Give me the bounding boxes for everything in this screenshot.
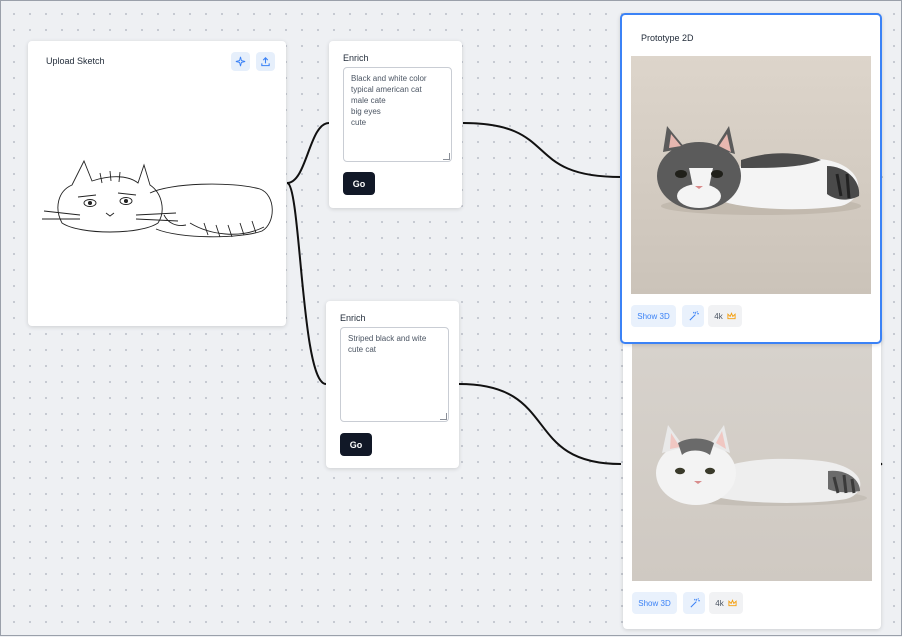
enrich-title-bottom: Enrich xyxy=(340,313,366,323)
enrich-prompt-input-bottom[interactable]: Striped black and wite cute cat xyxy=(340,327,449,422)
enrich-card-bottom: Enrich Striped black and wite cute cat G… xyxy=(326,301,459,468)
prototype-card-bottom: Show 3D 4k xyxy=(623,329,881,629)
show-3d-button-top[interactable]: Show 3D xyxy=(631,305,676,327)
generated-cat-image-top[interactable] xyxy=(631,56,871,294)
resolution-4k-button-bottom[interactable]: 4k xyxy=(709,592,743,614)
resize-handle-icon[interactable] xyxy=(443,153,450,160)
go-button-bottom[interactable]: Go xyxy=(340,433,372,456)
resize-handle-icon[interactable] xyxy=(440,413,447,420)
resolution-4k-button-top[interactable]: 4k xyxy=(708,305,742,327)
upload-icon[interactable] xyxy=(256,52,275,71)
show-3d-button-bottom[interactable]: Show 3D xyxy=(632,592,677,614)
upload-sketch-card: Upload Sketch xyxy=(28,41,286,326)
crown-icon xyxy=(727,312,736,320)
go-button-top[interactable]: Go xyxy=(343,172,375,195)
magic-wand-icon[interactable] xyxy=(682,305,704,327)
resolution-label: 4k xyxy=(715,598,724,608)
upload-sketch-title: Upload Sketch xyxy=(46,56,105,66)
generated-cat-image-bottom[interactable] xyxy=(632,343,872,581)
magic-wand-icon[interactable] xyxy=(683,592,705,614)
prototype-title: Prototype 2D xyxy=(641,33,694,43)
connector-enrich-top-to-prototype xyxy=(462,122,622,178)
enrich-title-top: Enrich xyxy=(343,53,369,63)
crown-icon xyxy=(728,599,737,607)
connector-upload-to-enrich-bottom xyxy=(286,182,327,385)
enrich-prompt-input-top[interactable]: Black and white color typical american c… xyxy=(343,67,452,162)
cat-sketch-drawing xyxy=(42,159,273,238)
resolution-label: 4k xyxy=(714,311,723,321)
enrich-card-top: Enrich Black and white color typical ame… xyxy=(329,41,462,208)
connector-enrich-bottom-to-prototype xyxy=(458,383,622,465)
connector-upload-to-enrich-top xyxy=(286,122,330,184)
sparkle-icon[interactable] xyxy=(231,52,250,71)
prototype-card-top[interactable]: Prototype 2D Show 3D 4k xyxy=(620,13,882,344)
